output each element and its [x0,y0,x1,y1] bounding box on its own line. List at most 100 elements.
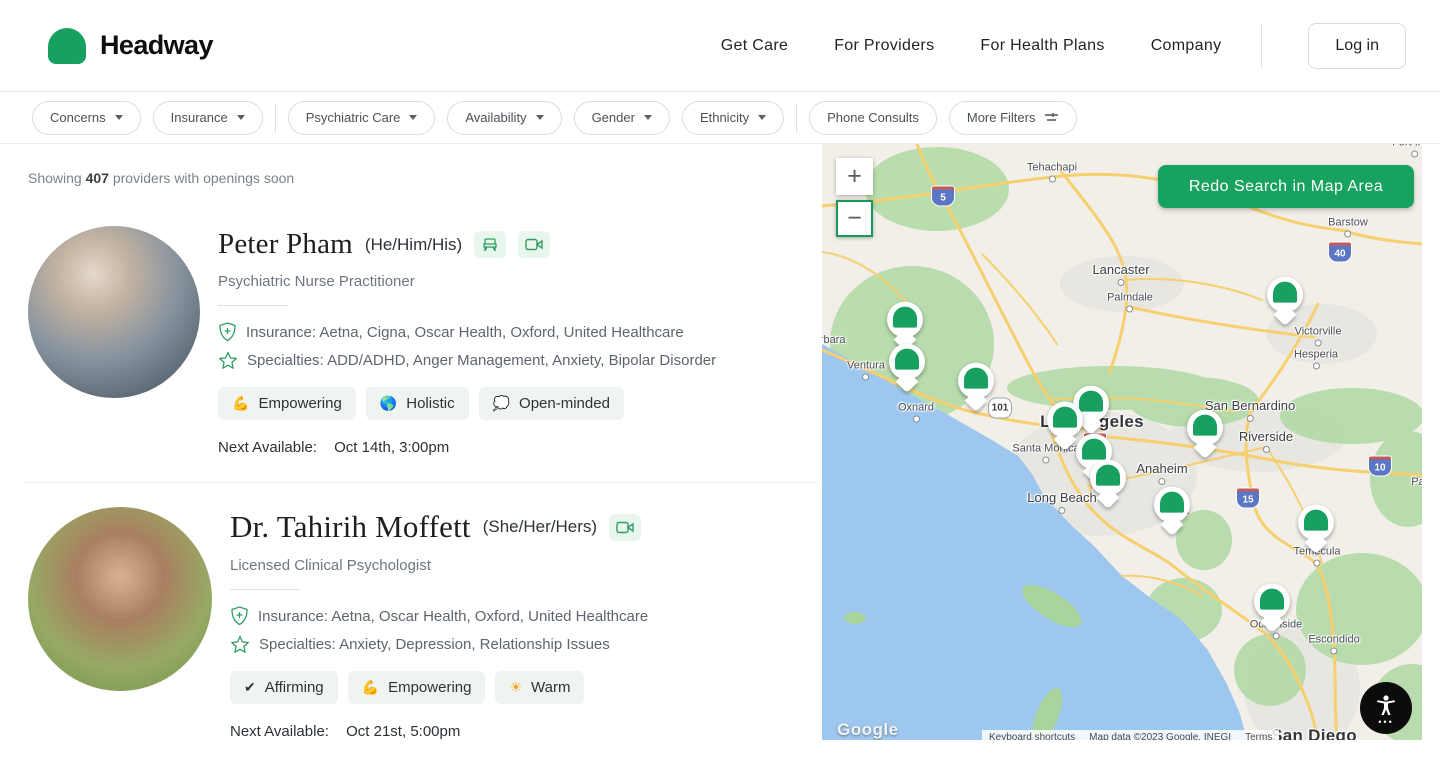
main-nav: Get Care For Providers For Health Plans … [721,23,1406,69]
card-divider [218,305,288,306]
filter-insurance[interactable]: Insurance [153,101,263,135]
interstate-10-shield: 10 [1368,456,1392,477]
map-canvas[interactable]: 5 40 101 605 15 10 Tehachapi Lancaster P… [822,144,1422,740]
provider-map-pin[interactable] [1090,460,1126,506]
specialties-value: Anxiety, Depression, Relationship Issues [339,636,610,653]
next-available: Next Available: Oct 21st, 5:00pm [230,723,648,740]
provider-map-pin[interactable] [958,363,994,409]
personality-tag: 🌎 Holistic [366,387,469,420]
flex-emoji: 💪 [362,679,379,696]
nav-divider [1261,24,1262,68]
filter-more-filters[interactable]: More Filters [949,101,1078,135]
filter-divider [275,103,276,133]
next-available-value: Oct 21st, 5:00pm [346,723,460,740]
terms-link[interactable]: Terms [1238,730,1279,740]
filter-availability[interactable]: Availability [447,101,561,135]
insurance-shield-icon [230,606,249,626]
map-attribution: Keyboard shortcuts Map data ©2023 Google… [982,730,1279,740]
map-label-hesperia: Hesperia [1294,349,1338,370]
headway-logo-icon [48,28,86,64]
tag-label: Empowering [388,679,471,696]
personality-tag: ✔ Affirming [230,671,338,704]
provider-map-pin[interactable] [1298,505,1334,551]
personality-tag: ☀ Warm [495,671,584,704]
map-label-escondido: Escondido [1308,634,1359,655]
map-label-palm-springs: Palm Springs [1411,476,1422,488]
next-available-label: Next Available: [230,723,329,740]
specialties-star-icon [230,635,250,654]
map-label-oxnard: Oxnard [898,402,934,423]
provider-map-pin[interactable] [1254,584,1290,630]
provider-name[interactable]: Peter Pham [218,228,353,261]
chevron-down-icon [115,115,123,120]
map-zoom-controls: + − [836,158,873,237]
nav-company[interactable]: Company [1151,37,1222,55]
map-data-credit: Map data ©2023 Google, INEGI [1082,730,1238,740]
video-session-icon [609,514,641,541]
filter-bar: Concerns Insurance Psychiatric Care Avai… [0,92,1440,144]
provider-avatar[interactable] [28,226,200,398]
chevron-down-icon [536,115,544,120]
next-available: Next Available: Oct 14th, 3:00pm [218,439,716,456]
filter-psychiatric-care[interactable]: Psychiatric Care [288,101,436,135]
tag-label: Empowering [258,395,341,412]
provider-card[interactable]: Dr. Tahirih Moffett (She/Her/Hers) Licen… [28,507,822,740]
keyboard-shortcuts-link[interactable]: Keyboard shortcuts [982,730,1082,740]
filter-phone-consults-label: Phone Consults [827,110,919,125]
provider-card[interactable]: Peter Pham (He/Him/His) Psychiatric Nurs… [28,226,822,456]
nav-for-providers[interactable]: For Providers [834,37,934,55]
card-divider [230,589,300,590]
provider-map-pin[interactable] [1154,487,1190,533]
insurance-shield-icon [218,322,237,342]
accessibility-widget-button[interactable]: ••• [1360,682,1412,734]
map-label-victorville: Victorville [1295,326,1342,347]
summary-suffix: providers with openings soon [113,170,294,186]
nav-get-care[interactable]: Get Care [721,37,788,55]
summary-prefix: Showing [28,170,82,186]
accessibility-dots: ••• [1378,720,1393,724]
site-header: Headway Get Care For Providers For Healt… [0,0,1440,92]
filter-ethnicity[interactable]: Ethnicity [682,101,784,135]
nav-for-health-plans[interactable]: For Health Plans [980,37,1104,55]
zoom-in-button[interactable]: + [836,158,873,195]
filter-phone-consults[interactable]: Phone Consults [809,101,937,135]
provider-map-pin[interactable] [1267,277,1303,323]
chevron-down-icon [758,115,766,120]
provider-name[interactable]: Dr. Tahirih Moffett [230,509,471,545]
provider-map-pin[interactable] [1187,410,1223,456]
headway-logo[interactable]: Headway [48,28,213,64]
zoom-out-button[interactable]: − [836,200,873,237]
chevron-down-icon [644,115,652,120]
sliders-icon [1044,112,1059,124]
interstate-5-shield: 5 [931,186,955,207]
filter-more-filters-label: More Filters [967,110,1036,125]
filter-concerns[interactable]: Concerns [32,101,141,135]
interstate-15-shield: 15 [1236,488,1260,509]
redo-search-button[interactable]: Redo Search in Map Area [1158,165,1414,208]
provider-title: Psychiatric Nurse Practitioner [218,273,716,290]
insurance-label: Insurance: [246,324,316,341]
provider-map-pin[interactable] [889,344,925,390]
map-label-long-beach: Long Beach [1027,490,1096,514]
provider-pronouns: (He/Him/His) [365,235,462,255]
filter-ethnicity-label: Ethnicity [700,110,749,125]
provider-map-pin[interactable] [887,302,923,348]
provider-avatar[interactable] [28,507,212,691]
filter-gender[interactable]: Gender [574,101,670,135]
card-separator [24,482,818,483]
results-summary: Showing 407 providers with openings soon [28,170,822,186]
chevron-down-icon [237,115,245,120]
personality-tag: 💪 Empowering [218,387,356,420]
filter-psychiatric-care-label: Psychiatric Care [306,110,401,125]
specialties-star-icon [218,351,238,370]
globe-emoji: 🌎 [380,395,397,412]
map-label-fort-irwin: Fort Irwin [1392,144,1422,158]
login-button[interactable]: Log in [1308,23,1406,69]
interstate-40-shield: 40 [1328,242,1352,263]
accessibility-person-icon [1373,693,1399,719]
personality-tag: 💭 Open-minded [479,387,624,420]
specialties-label: Specialties: [259,636,336,653]
filter-gender-label: Gender [592,110,635,125]
filter-divider [796,103,797,133]
video-session-icon [518,231,550,258]
